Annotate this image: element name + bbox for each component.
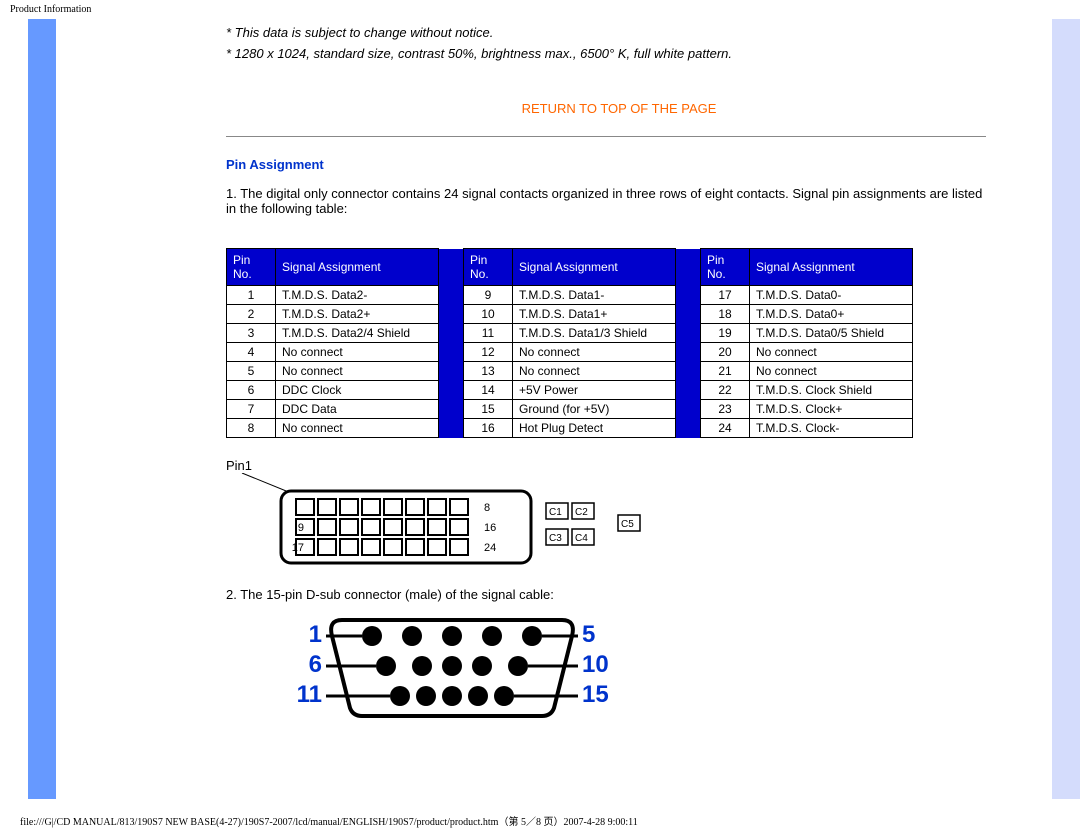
dsub-label-11: 11 xyxy=(297,681,322,708)
dvi-label-17: 17 xyxy=(292,542,304,554)
dvi-connector-diagram: 8 9 16 17 24 C1 C2 C3 C4 C5 xyxy=(226,473,1012,573)
table-row: 23T.M.D.S. Clock+ xyxy=(701,400,913,419)
table-row: 11T.M.D.S. Data1/3 Shield xyxy=(464,324,676,343)
table-row: 12No connect xyxy=(464,343,676,362)
dvi-label-8: 8 xyxy=(484,502,490,514)
dvi-label-24: 24 xyxy=(484,542,496,554)
divider xyxy=(226,136,986,137)
table-row: 1T.M.D.S. Data2- xyxy=(227,286,439,305)
col-pin-no: Pin No. xyxy=(227,249,276,286)
page-header: Product Information xyxy=(0,0,1080,19)
dvi-label-c5: C5 xyxy=(621,519,634,530)
note-text-1: * This data is subject to change without… xyxy=(226,25,1012,40)
dvi-label-c1: C1 xyxy=(549,507,562,518)
table-row: 22T.M.D.S. Clock Shield xyxy=(701,381,913,400)
dsub-label-6: 6 xyxy=(309,651,322,678)
col-signal: Signal Assignment xyxy=(276,249,439,286)
content-area: * This data is subject to change without… xyxy=(56,19,1052,799)
pin-table-2: Pin No. Signal Assignment 9T.M.D.S. Data… xyxy=(463,248,676,438)
intro-text: 1. The digital only connector contains 2… xyxy=(226,186,996,216)
table-row: 4No connect xyxy=(227,343,439,362)
table-row: 14+5V Power xyxy=(464,381,676,400)
table-row: 15Ground (for +5V) xyxy=(464,400,676,419)
dvi-label-c2: C2 xyxy=(575,507,588,518)
col-pin-no: Pin No. xyxy=(464,249,513,286)
table-row: 3T.M.D.S. Data2/4 Shield xyxy=(227,324,439,343)
table-row: 24T.M.D.S. Clock- xyxy=(701,419,913,438)
table-row: 9T.M.D.S. Data1- xyxy=(464,286,676,305)
section-title: Pin Assignment xyxy=(226,157,1012,172)
table-row: 21No connect xyxy=(701,362,913,381)
right-rail xyxy=(1052,19,1080,799)
table-row: 2T.M.D.S. Data2+ xyxy=(227,305,439,324)
left-blue-strip xyxy=(28,19,56,799)
col-pin-no: Pin No. xyxy=(701,249,750,286)
left-rail xyxy=(0,19,28,799)
dvi-label-16: 16 xyxy=(484,522,496,534)
dsub-label-5: 5 xyxy=(582,621,595,648)
table-row: 17T.M.D.S. Data0- xyxy=(701,286,913,305)
pin-table-3: Pin No. Signal Assignment 17T.M.D.S. Dat… xyxy=(700,248,913,438)
pin1-label: Pin1 xyxy=(226,458,1012,473)
dsub-label-1: 1 xyxy=(309,621,322,648)
table-row: 7DDC Data xyxy=(227,400,439,419)
table-row: 20No connect xyxy=(701,343,913,362)
dvi-label-c4: C4 xyxy=(575,533,588,544)
table-row: 13No connect xyxy=(464,362,676,381)
table-spacer xyxy=(439,249,463,438)
dsub-text: 2. The 15-pin D-sub connector (male) of … xyxy=(226,587,1012,602)
table-row: 6DDC Clock xyxy=(227,381,439,400)
col-signal: Signal Assignment xyxy=(513,249,676,286)
dsub-label-15: 15 xyxy=(582,681,609,708)
dsub-label-10: 10 xyxy=(582,651,609,678)
table-row: 10T.M.D.S. Data1+ xyxy=(464,305,676,324)
page-footer: file:///G|/CD MANUAL/813/190S7 NEW BASE(… xyxy=(10,807,648,834)
table-row: 8No connect xyxy=(227,419,439,438)
dvi-label-c3: C3 xyxy=(549,533,562,544)
table-row: 19T.M.D.S. Data0/5 Shield xyxy=(701,324,913,343)
table-spacer xyxy=(676,249,700,438)
table-row: 18T.M.D.S. Data0+ xyxy=(701,305,913,324)
dsub-connector-diagram: 1 6 11 5 10 15 xyxy=(226,612,1012,722)
col-signal: Signal Assignment xyxy=(750,249,913,286)
table-row: 5No connect xyxy=(227,362,439,381)
note-text-2: * 1280 x 1024, standard size, contrast 5… xyxy=(226,46,1012,61)
dvi-label-9: 9 xyxy=(298,522,304,534)
pin-table-1: Pin No. Signal Assignment 1T.M.D.S. Data… xyxy=(226,248,439,438)
pin-tables-row: Pin No. Signal Assignment 1T.M.D.S. Data… xyxy=(226,230,1012,438)
table-row: 16Hot Plug Detect xyxy=(464,419,676,438)
return-to-top-link[interactable]: RETURN TO TOP OF THE PAGE xyxy=(226,101,1012,116)
